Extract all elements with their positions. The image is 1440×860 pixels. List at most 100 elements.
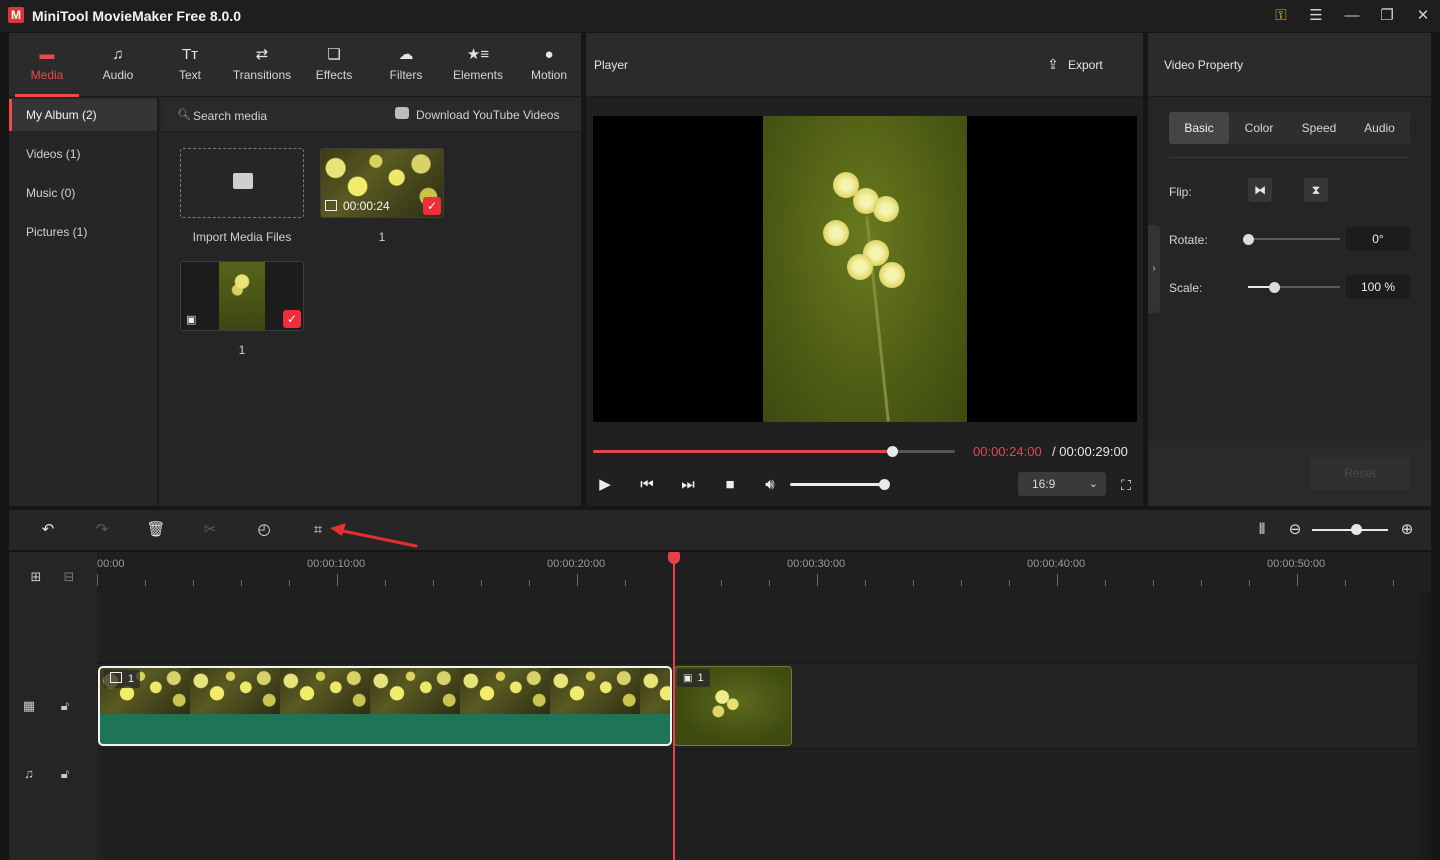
search-icon[interactable]: 🔍︎ [177, 108, 191, 121]
scale-slider[interactable] [1248, 282, 1340, 293]
download-youtube-button[interactable]: Download YouTube Videos [416, 108, 559, 122]
flip-horizontal-icon[interactable]: ⧓ [1248, 178, 1272, 202]
video-preview[interactable] [593, 116, 1137, 422]
tab-effects[interactable]: ❏ Effects [298, 33, 370, 97]
speed-icon[interactable]: ◴ [254, 520, 274, 540]
progress-fill [593, 450, 893, 453]
ruler-tick [1201, 580, 1202, 586]
timeline-ruler[interactable]: 00:00 00:00:10:00 00:00:20:00 00:00:30:0… [97, 552, 1431, 592]
motion-icon: ● [544, 46, 554, 63]
audio-track-icon: ♫ [24, 766, 34, 781]
media-item-image[interactable]: ▣ ✓ [180, 261, 304, 331]
stop-icon[interactable]: ■ [720, 475, 740, 495]
minimize-icon[interactable]: — [1338, 4, 1366, 28]
delete-icon[interactable]: 🗑︎ [146, 520, 166, 540]
zoom-in-icon[interactable]: ⊕ [1397, 520, 1417, 540]
volume-icon[interactable]: 🔊︎ [760, 475, 780, 495]
property-header: Video Property [1148, 33, 1431, 97]
tab-media[interactable]: ▬ Media [11, 33, 83, 97]
checkmark-icon[interactable]: ✓ [283, 310, 301, 328]
album-item-pictures[interactable]: Pictures (1) [9, 216, 157, 248]
play-icon[interactable]: ▶ [595, 475, 615, 495]
flip-vertical-icon[interactable]: ⧗ [1304, 178, 1328, 202]
reset-button[interactable]: Reset [1310, 457, 1410, 489]
album-item-videos[interactable]: Videos (1) [9, 138, 157, 170]
media-item-video-label: 1 [378, 230, 386, 244]
split-icon[interactable]: ✂ [200, 520, 220, 540]
tab-elements[interactable]: ★≡ Elements [442, 33, 514, 97]
tab-transitions[interactable]: ⇄ Transitions [226, 33, 298, 97]
next-frame-icon[interactable]: ⏭ [678, 475, 698, 495]
duration-badge: 00:00:24 [325, 199, 390, 213]
empty-track-lane[interactable] [97, 592, 1417, 662]
flip-label: Flip: [1169, 185, 1192, 199]
hamburger-menu-icon[interactable]: ☰ [1302, 4, 1330, 28]
progress-knob[interactable] [887, 446, 899, 457]
rotate-slider[interactable] [1243, 234, 1340, 245]
checkmark-icon[interactable]: ✓ [423, 197, 441, 215]
tab-filters[interactable]: ☁ Filters [370, 33, 442, 97]
volume-slider[interactable] [790, 479, 890, 490]
audio-track-lane[interactable] [97, 750, 1417, 860]
ruler-label: 00:00:50:00 [1267, 558, 1326, 570]
tab-basic[interactable]: Basic [1169, 112, 1229, 144]
export-button[interactable]: ⇪ Export [1046, 53, 1116, 75]
undo-icon[interactable]: ↶ [38, 520, 58, 540]
previous-frame-icon[interactable]: ⏮ [637, 475, 657, 495]
ruler-tick [721, 580, 722, 586]
import-media-button[interactable] [180, 148, 304, 218]
flower-bloom [847, 254, 873, 280]
ruler-tick [385, 580, 386, 586]
tab-motion[interactable]: ● Motion [513, 33, 585, 97]
playback-progress-bar[interactable] [593, 446, 955, 457]
close-icon[interactable]: ✕ [1409, 4, 1437, 28]
ruler-tick [481, 580, 482, 586]
scale-knob[interactable] [1268, 282, 1280, 293]
tab-audio-property[interactable]: Audio [1349, 112, 1410, 144]
remove-track-icon[interactable]: ⊟ [61, 569, 77, 585]
export-icon: ⇪ [1047, 56, 1059, 72]
app-title: MiniTool MovieMaker Free 8.0.0 [32, 8, 242, 24]
tab-media-label: Media [30, 68, 64, 82]
key-icon[interactable]: ⚿ [1267, 4, 1295, 28]
video-clip[interactable]: 1 [98, 666, 672, 746]
add-track-icon[interactable]: ⊞ [28, 569, 44, 585]
ruler-tick [337, 574, 338, 586]
playhead[interactable] [668, 552, 680, 860]
current-time: 00:00:24:00 [973, 444, 1042, 459]
image-clip[interactable]: ▣ 1 [674, 666, 792, 746]
tab-speed[interactable]: Speed [1289, 112, 1349, 144]
lock-icon[interactable]: 🔓︎ [57, 766, 73, 782]
zoom-out-icon[interactable]: ⊖ [1285, 520, 1305, 540]
zoom-knob[interactable] [1351, 524, 1363, 535]
tab-audio[interactable]: ♫ Audio [82, 33, 154, 97]
scale-value-input[interactable]: 100 % [1346, 275, 1410, 299]
media-folder-icon: ▬ [39, 46, 55, 63]
maximize-icon[interactable]: ❐ [1373, 4, 1401, 28]
media-item-video[interactable]: 00:00:24 ✓ [320, 148, 444, 218]
tab-text-label: Text [178, 68, 201, 82]
fit-timeline-icon[interactable]: ⦀ [1252, 520, 1272, 540]
rotate-value-input[interactable]: 0° [1346, 227, 1410, 251]
fullscreen-icon[interactable]: ⛶ [1116, 475, 1136, 495]
rotate-knob[interactable] [1243, 234, 1254, 245]
playhead-handle[interactable] [668, 552, 680, 564]
tab-audio-label: Audio [102, 68, 134, 82]
track-headers: ⊞ ⊟ ▦ 🔓︎ ♫ 🔓︎ [9, 552, 97, 860]
tab-color[interactable]: Color [1229, 112, 1289, 144]
ruler-tick [1153, 580, 1154, 586]
redo-icon[interactable]: ↷ [92, 520, 112, 540]
ruler-tick [529, 580, 530, 586]
transitions-icon: ⇄ [255, 46, 269, 63]
album-item-music[interactable]: Music (0) [9, 177, 157, 209]
tab-filters-label: Filters [389, 68, 423, 82]
aspect-ratio-select[interactable]: 16:9 ⌄ [1018, 472, 1106, 496]
volume-knob[interactable] [879, 479, 890, 490]
timeline-zoom-slider[interactable] [1312, 524, 1388, 535]
ruler-tick [1009, 580, 1010, 586]
collapse-panel-icon[interactable]: › [1148, 225, 1160, 313]
tab-text[interactable]: Tт Text [154, 33, 226, 97]
album-item-my-album[interactable]: My Album (2) [9, 99, 157, 131]
lock-icon[interactable]: 🔓︎ [57, 698, 73, 714]
search-media-button[interactable]: Search media [193, 109, 267, 123]
